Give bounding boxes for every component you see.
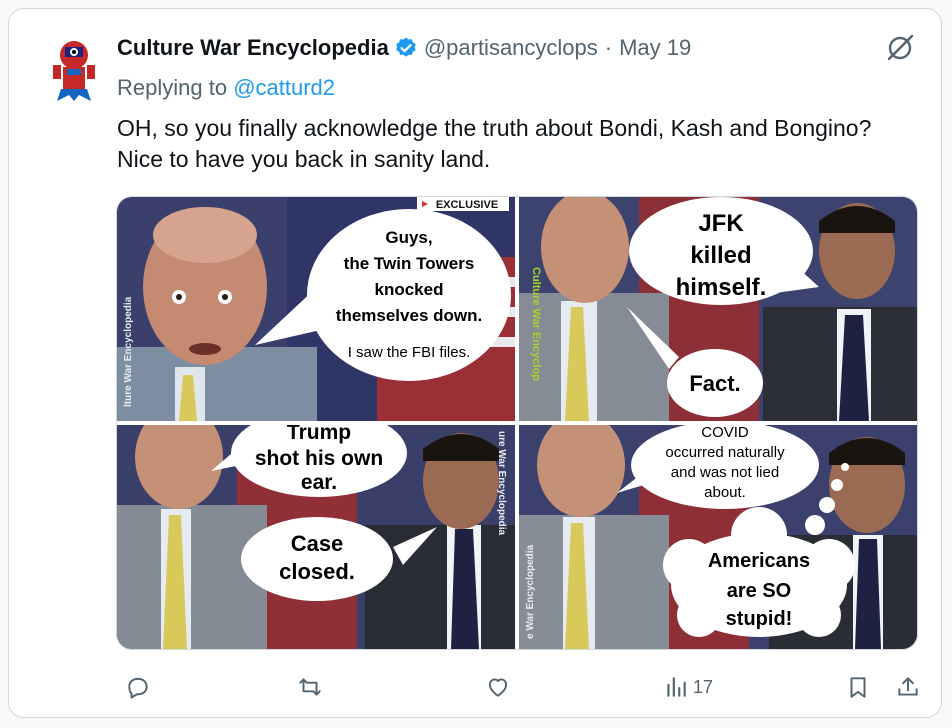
views-count: 17 xyxy=(693,676,714,697)
bubble-small-text: Fact. xyxy=(689,371,740,396)
tweet-header: Culture War Encyclopedia @partisancyclop… xyxy=(117,31,691,65)
media-panel-4[interactable]: e War Encyclopedia COVID occurred natura… xyxy=(519,425,917,649)
bookmark-icon xyxy=(850,677,866,698)
tweet-card[interactable]: Culture War Encyclopedia @partisancyclop… xyxy=(8,8,942,718)
bubble-line: Americans xyxy=(708,550,810,572)
bubble-line: and was not lied xyxy=(671,464,779,481)
watermark: e War Encyclopedia xyxy=(525,544,536,639)
media-panel-3[interactable]: ure War Encyclopedia Trump shot his own … xyxy=(117,425,515,649)
bubble-line: Case xyxy=(291,531,344,556)
bubble-line: are SO xyxy=(727,580,791,602)
reply-icon xyxy=(128,677,148,699)
tweet-media[interactable]: EXCLUSIVE lture War Encyclopedia Guys, t… xyxy=(116,196,918,650)
bookmark-button[interactable] xyxy=(845,669,871,705)
avatar[interactable] xyxy=(47,35,101,103)
share-button[interactable] xyxy=(895,669,921,705)
media-panel-1[interactable]: EXCLUSIVE lture War Encyclopedia Guys, t… xyxy=(117,197,515,421)
grok-icon[interactable] xyxy=(885,33,915,63)
bubble-line: ear. xyxy=(301,471,337,494)
action-bar: 17 xyxy=(117,669,918,705)
bubble-line: the Twin Towers xyxy=(344,254,475,273)
replying-prefix: Replying to xyxy=(117,75,228,100)
replying-mention-link[interactable]: @catturd2 xyxy=(233,75,335,100)
bubble-line: knocked xyxy=(375,280,444,299)
tweet-date[interactable]: May 19 xyxy=(619,35,691,61)
separator-dot: · xyxy=(604,35,613,60)
media-divider xyxy=(117,421,917,425)
bubble-small-text: I saw the FBI files. xyxy=(348,344,471,361)
bubble-line: shot his own xyxy=(255,447,383,470)
bubble-line: JFK xyxy=(698,210,744,237)
bubble-line: himself. xyxy=(676,274,767,301)
like-button[interactable] xyxy=(485,669,511,705)
reply-button[interactable] xyxy=(125,669,151,705)
bubble-line: COVID xyxy=(701,425,749,441)
retweet-button[interactable] xyxy=(297,669,323,705)
views-icon xyxy=(667,677,686,697)
watermark: lture War Encyclopedia xyxy=(123,296,134,407)
bubble-line: Guys, xyxy=(385,228,432,247)
bubble-line: occurred naturally xyxy=(665,444,785,461)
watermark: ure War Encyclopedia xyxy=(496,431,507,536)
bubble-line: about. xyxy=(704,484,746,501)
tweet-text: OH, so you finally acknowledge the truth… xyxy=(117,115,872,172)
author-name[interactable]: Culture War Encyclopedia xyxy=(117,35,389,61)
exclusive-badge: EXCLUSIVE xyxy=(436,199,498,211)
author-handle[interactable]: @partisancyclops xyxy=(424,35,598,61)
share-icon xyxy=(898,677,918,696)
retweet-icon xyxy=(299,678,321,696)
watermark: Culture War Encyclop xyxy=(530,267,542,381)
views-button[interactable]: 17 xyxy=(663,669,713,705)
bubble-line: themselves down. xyxy=(336,306,482,325)
bubble-line: stupid! xyxy=(726,608,793,630)
bubble-line: closed. xyxy=(279,559,355,584)
heart-icon xyxy=(488,678,508,697)
replying-to: Replying to @catturd2 xyxy=(117,75,335,101)
bubble-line: killed xyxy=(690,242,751,269)
verified-badge-icon xyxy=(396,37,416,57)
bubble-line: Trump xyxy=(287,425,351,444)
media-panel-2[interactable]: Culture War Encyclop JFK killed himself.… xyxy=(519,197,917,421)
